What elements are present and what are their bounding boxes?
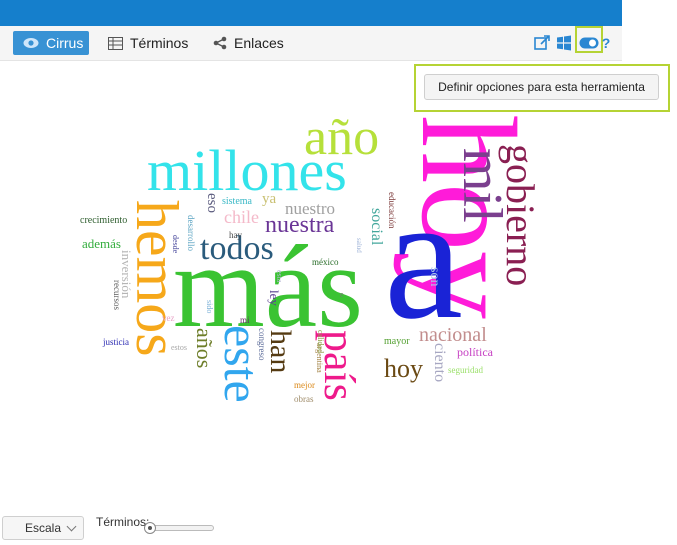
cloud-word[interactable]: vez bbox=[162, 314, 175, 323]
cloud-word[interactable]: recursos bbox=[112, 280, 122, 310]
chevron-down-icon bbox=[66, 521, 77, 532]
cloud-word[interactable]: educación bbox=[387, 192, 397, 228]
cloud-word[interactable]: hemos bbox=[124, 200, 190, 357]
tab-terminos[interactable]: Términos bbox=[108, 31, 188, 55]
cloud-word[interactable]: nacional bbox=[419, 325, 487, 345]
scale-label: Escala bbox=[25, 521, 62, 535]
cloud-word[interactable]: crecimiento bbox=[80, 216, 127, 226]
cloud-word[interactable]: sistema bbox=[222, 197, 252, 207]
cloud-word[interactable]: ciento bbox=[431, 343, 448, 382]
cloud-word[interactable]: mejor bbox=[294, 381, 315, 390]
tab-label: Enlaces bbox=[234, 35, 284, 51]
cloud-word[interactable]: desarrollo bbox=[186, 215, 196, 251]
terms-slider-track[interactable] bbox=[146, 525, 214, 531]
scale-dropdown[interactable]: Escala bbox=[2, 516, 84, 540]
tab-enlaces[interactable]: Enlaces bbox=[213, 31, 284, 55]
cloud-word[interactable]: justicia bbox=[103, 338, 129, 347]
cloud-word[interactable]: desde bbox=[171, 235, 180, 253]
app-header-bar bbox=[0, 0, 622, 26]
cloud-word[interactable]: años bbox=[192, 328, 217, 368]
cloud-word[interactable]: calidad bbox=[316, 330, 325, 353]
share-icon bbox=[213, 36, 227, 50]
cloud-word[interactable]: gobierno bbox=[498, 144, 543, 286]
cloud-word[interactable]: esta bbox=[275, 270, 284, 282]
cloud-word[interactable]: año bbox=[304, 112, 379, 164]
cloud-word[interactable]: han bbox=[264, 330, 297, 373]
cloud-word[interactable]: son bbox=[427, 267, 442, 286]
table-icon bbox=[108, 36, 123, 50]
cloud-word[interactable]: méxico bbox=[312, 258, 339, 267]
cloud-word[interactable]: sido bbox=[205, 300, 214, 313]
cloud-word[interactable]: hay bbox=[229, 231, 242, 240]
eye-icon bbox=[23, 37, 39, 49]
cloud-word[interactable]: ya bbox=[262, 192, 276, 207]
word-cloud: hoy a más millones año mil gobierno hemo… bbox=[0, 60, 677, 510]
cloud-word[interactable]: mayor bbox=[384, 337, 410, 347]
toggle-options-icon[interactable] bbox=[578, 34, 600, 52]
tab-label: Cirrus bbox=[46, 35, 84, 51]
toolbar: Cirrus Términos Enlaces ? bbox=[0, 26, 622, 61]
help-icon[interactable]: ? bbox=[600, 34, 612, 52]
cloud-word[interactable]: social bbox=[368, 208, 385, 245]
terms-slider-thumb[interactable] bbox=[144, 522, 156, 534]
cloud-word[interactable]: seguridad bbox=[448, 366, 483, 375]
windows-icon[interactable] bbox=[555, 34, 573, 52]
cloud-word[interactable]: nuestro bbox=[285, 200, 335, 217]
cloud-word[interactable]: política bbox=[457, 346, 493, 358]
tab-label: Términos bbox=[130, 35, 189, 51]
cloud-word[interactable]: congreso bbox=[257, 328, 267, 361]
tab-cirrus[interactable]: Cirrus bbox=[13, 31, 89, 55]
cloud-word[interactable]: e bbox=[340, 291, 344, 299]
bottom-toolbar: Escala Términos: bbox=[0, 510, 677, 545]
cloud-word[interactable]: mi bbox=[240, 316, 250, 325]
cloud-word[interactable]: eso bbox=[204, 193, 220, 213]
cloud-word[interactable]: chile bbox=[224, 208, 259, 226]
cloud-word[interactable]: hoy bbox=[384, 356, 423, 382]
cloud-word[interactable]: además bbox=[82, 237, 121, 250]
export-icon[interactable] bbox=[533, 34, 551, 52]
cloud-word[interactable]: obras bbox=[294, 395, 314, 404]
cloud-word[interactable]: estos bbox=[171, 344, 187, 352]
cloud-word[interactable]: ley bbox=[267, 290, 282, 306]
terms-label: Términos: bbox=[96, 515, 150, 529]
cloud-word[interactable]: salud bbox=[355, 238, 363, 253]
